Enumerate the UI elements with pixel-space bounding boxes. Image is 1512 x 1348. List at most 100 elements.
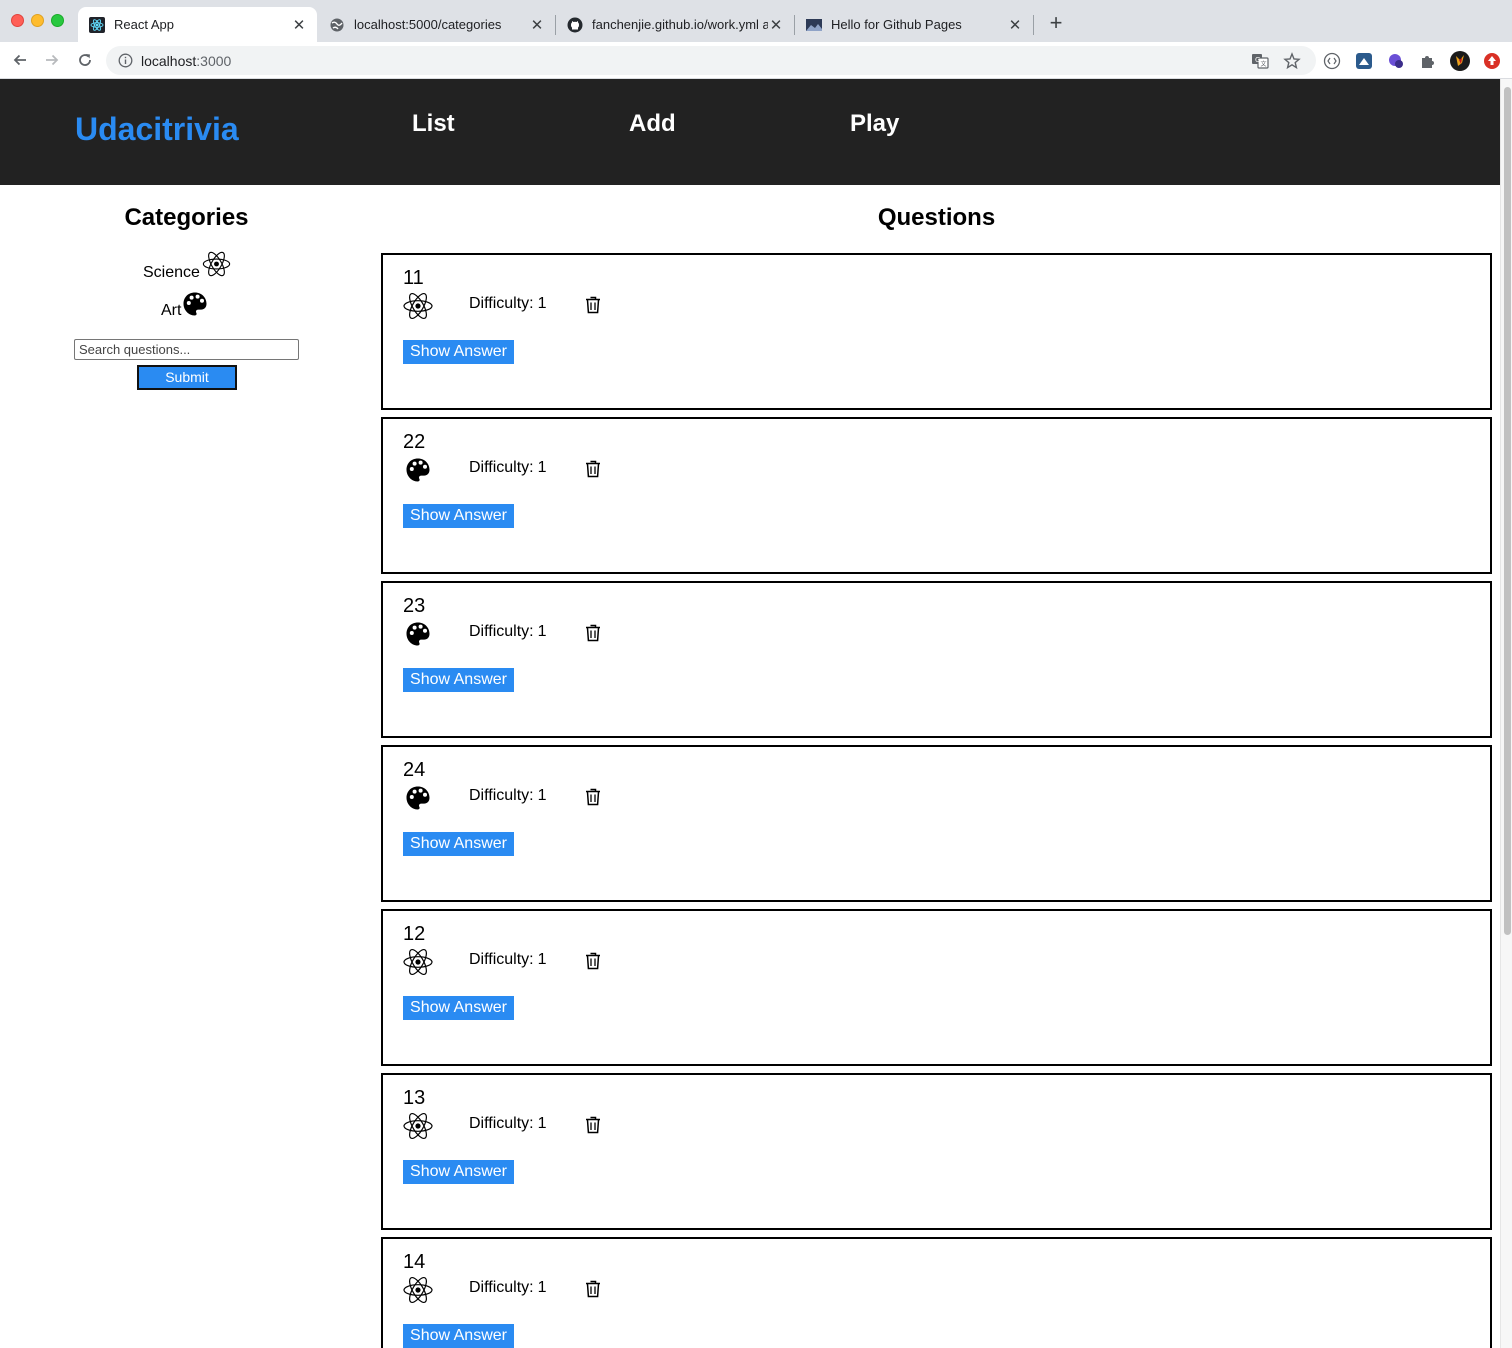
difficulty-label: Difficulty:	[469, 787, 534, 804]
extension-code-icon[interactable]	[1322, 51, 1342, 71]
question-text: 22	[403, 431, 426, 453]
extension-update-icon[interactable]	[1482, 51, 1502, 71]
question-text: 23	[403, 595, 426, 617]
translate-icon[interactable]: G文	[1250, 51, 1270, 71]
question-text: 14	[403, 1251, 426, 1273]
minimize-window-button[interactable]	[31, 14, 44, 27]
page-scrollbar[interactable]	[1500, 79, 1512, 1348]
url-port: :3000	[196, 53, 232, 69]
search-submit-button[interactable]: Submit	[137, 365, 237, 390]
new-tab-button[interactable]: +	[1045, 12, 1067, 34]
question-card: 12 Difficulty: 1 Show Answer	[381, 909, 1492, 1066]
difficulty-value: 1	[537, 787, 547, 804]
delete-icon[interactable]	[583, 950, 603, 972]
art-icon	[182, 291, 208, 322]
close-tab-icon[interactable]: ✕	[529, 16, 545, 34]
reload-icon[interactable]	[73, 49, 97, 71]
browser-tab-github-pages[interactable]: Hello for Github Pages ✕	[795, 7, 1033, 42]
browser-tab-categories[interactable]: localhost:5000/categories ✕	[318, 7, 555, 42]
show-answer-button[interactable]: Show Answer	[403, 1160, 514, 1184]
question-difficulty: Difficulty: 1	[469, 951, 547, 969]
delete-icon[interactable]	[583, 1278, 603, 1300]
art-icon	[402, 782, 434, 814]
show-answer-button[interactable]: Show Answer	[403, 504, 514, 528]
questions-heading: Questions	[877, 204, 996, 231]
category-item-art[interactable]: Art	[161, 290, 208, 322]
delete-icon[interactable]	[583, 458, 603, 480]
question-difficulty: Difficulty: 1	[469, 459, 547, 477]
science-icon	[201, 249, 232, 284]
scrollbar-thumb[interactable]	[1504, 87, 1511, 935]
show-answer-button[interactable]: Show Answer	[403, 832, 514, 856]
question-difficulty: Difficulty: 1	[469, 1115, 547, 1133]
difficulty-value: 1	[537, 623, 547, 640]
difficulty-label: Difficulty:	[469, 295, 534, 312]
bookmark-star-icon[interactable]	[1282, 51, 1302, 71]
tab-title: Hello for Github Pages	[831, 17, 962, 32]
show-answer-button[interactable]: Show Answer	[403, 340, 514, 364]
question-card: 14 Difficulty: 1 Show Answer	[381, 1237, 1492, 1348]
show-answer-button[interactable]: Show Answer	[403, 1324, 514, 1348]
close-tab-icon[interactable]: ✕	[1007, 16, 1023, 34]
delete-icon[interactable]	[583, 1114, 603, 1136]
tab-title: fanchenjie.github.io/work.yml a	[592, 17, 768, 32]
science-icon	[402, 946, 434, 978]
extensions-puzzle-icon[interactable]	[1418, 51, 1438, 71]
science-icon	[402, 1110, 434, 1142]
app-logo[interactable]: Udacitrivia	[75, 111, 239, 148]
show-answer-button[interactable]: Show Answer	[403, 668, 514, 692]
difficulty-value: 1	[537, 295, 547, 312]
back-icon[interactable]	[8, 49, 32, 71]
close-window-button[interactable]	[11, 14, 24, 27]
question-difficulty: Difficulty: 1	[469, 787, 547, 805]
delete-icon[interactable]	[583, 786, 603, 808]
category-item-science[interactable]: Science	[143, 249, 232, 284]
browser-tab-github-workflow[interactable]: fanchenjie.github.io/work.yml a ✕	[556, 7, 794, 42]
question-text: 13	[403, 1087, 426, 1109]
close-tab-icon[interactable]: ✕	[768, 16, 784, 34]
image-icon	[806, 17, 822, 33]
categories-heading: Categories	[124, 204, 249, 231]
question-card: 22 Difficulty: 1 Show Answer	[381, 417, 1492, 574]
difficulty-value: 1	[537, 1115, 547, 1132]
extension-screenshot-icon[interactable]	[1354, 51, 1374, 71]
delete-icon[interactable]	[583, 294, 603, 316]
delete-icon[interactable]	[583, 622, 603, 644]
art-icon	[402, 454, 434, 486]
react-icon	[89, 16, 105, 33]
question-text: 11	[403, 267, 424, 289]
question-card: 23 Difficulty: 1 Show Answer	[381, 581, 1492, 738]
question-text: 24	[403, 759, 426, 781]
science-icon	[402, 1274, 434, 1306]
maximize-window-button[interactable]	[51, 14, 64, 27]
address-bar[interactable]: localhost:3000	[106, 46, 1316, 75]
difficulty-value: 1	[537, 459, 547, 476]
category-label: Science	[143, 264, 200, 281]
site-info-icon[interactable]	[118, 53, 133, 68]
browser-tab-react-app[interactable]: React App ✕	[78, 7, 317, 42]
category-label: Art	[161, 302, 182, 319]
difficulty-label: Difficulty:	[469, 1115, 534, 1132]
tab-separator	[1033, 15, 1034, 35]
difficulty-label: Difficulty:	[469, 1279, 534, 1296]
forward-icon[interactable]	[40, 49, 64, 71]
nav-play-link[interactable]: Play	[850, 110, 899, 138]
extension-chat-icon[interactable]	[1386, 51, 1406, 71]
question-text: 12	[403, 923, 426, 945]
search-questions-input[interactable]	[74, 339, 299, 360]
close-tab-icon[interactable]: ✕	[291, 16, 307, 34]
url-text: localhost:3000	[141, 53, 231, 69]
profile-avatar-icon[interactable]	[1450, 51, 1470, 71]
svg-text:文: 文	[1261, 60, 1267, 68]
show-answer-button[interactable]: Show Answer	[403, 996, 514, 1020]
nav-list-link[interactable]: List	[412, 110, 455, 138]
github-icon	[567, 17, 583, 33]
difficulty-value: 1	[537, 1279, 547, 1296]
question-difficulty: Difficulty: 1	[469, 623, 547, 641]
browser-tabstrip: React App ✕ localhost:5000/categories ✕ …	[0, 0, 1512, 42]
tab-title: React App	[114, 17, 174, 32]
question-card: 13 Difficulty: 1 Show Answer	[381, 1073, 1492, 1230]
question-difficulty: Difficulty: 1	[469, 1279, 547, 1297]
nav-add-link[interactable]: Add	[629, 110, 676, 138]
app-header: Udacitrivia List Add Play	[0, 79, 1500, 185]
